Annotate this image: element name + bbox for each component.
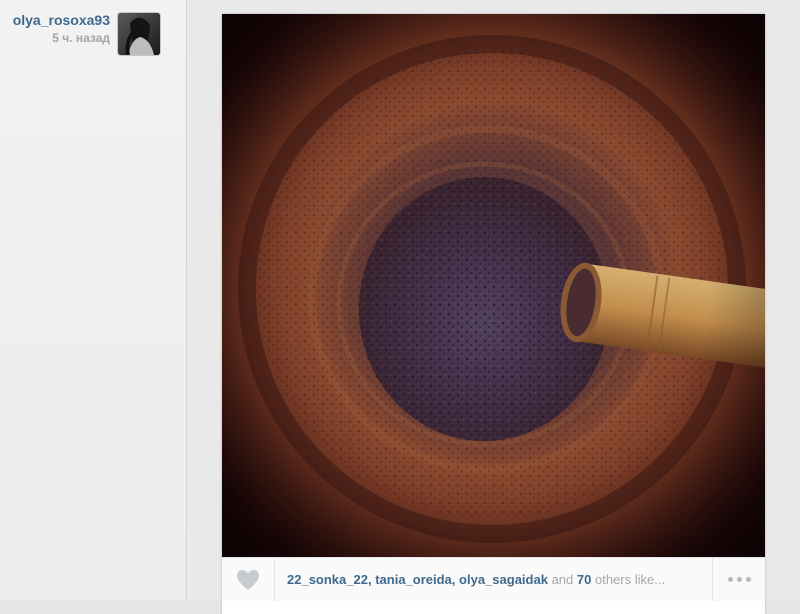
mortar-pestle-photo-icon — [222, 14, 765, 557]
post-card: 22_sonka_22, tania_oreida, olya_sagaidak… — [222, 14, 765, 614]
like-button[interactable] — [222, 558, 275, 601]
likes-summary: 22_sonka_22, tania_oreida, olya_sagaidak… — [287, 572, 707, 587]
heart-icon — [237, 569, 259, 590]
likes-and-text: and — [551, 572, 574, 587]
left-column: olya_rosoxa93 5 ч. назад — [0, 0, 187, 600]
user-avatar-photo-icon — [118, 13, 160, 55]
likes-others-count[interactable]: 70 — [577, 572, 591, 587]
more-options-button[interactable] — [712, 558, 765, 601]
avatar[interactable] — [118, 13, 160, 55]
likes-bar: 22_sonka_22, tania_oreida, olya_sagaidak… — [222, 557, 765, 601]
liker-separator: , — [367, 572, 372, 587]
liker-link[interactable]: 22_sonka_22 — [287, 572, 368, 587]
liker-link[interactable]: tania_oreida — [375, 572, 452, 587]
post-timestamp: 5 ч. назад — [52, 31, 110, 45]
likes-others-text[interactable]: others like... — [595, 572, 665, 587]
post-username-link[interactable]: olya_rosoxa93 — [0, 12, 110, 29]
more-dots-icon — [726, 577, 753, 582]
post-author-block: olya_rosoxa93 5 ч. назад — [0, 12, 110, 47]
liker-link[interactable]: olya_sagaidak — [459, 572, 548, 587]
liker-separator: , — [451, 572, 456, 587]
post-photo[interactable] — [222, 14, 765, 557]
